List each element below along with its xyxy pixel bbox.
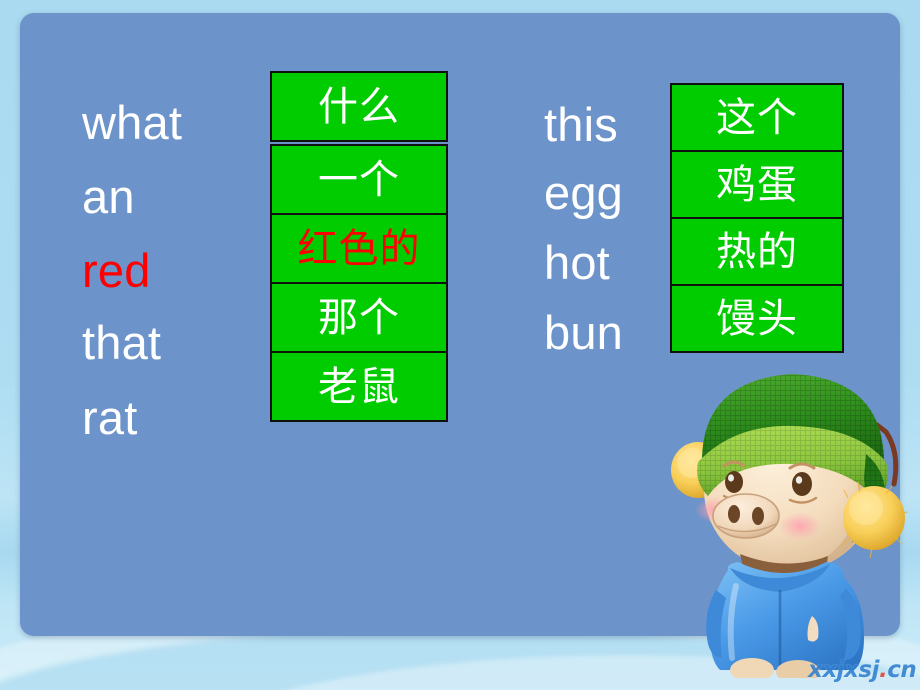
left-word-3: that xyxy=(82,316,162,369)
slide-canvas: what an red that rat 什么 一个 红色的 那个 老鼠 thi… xyxy=(0,0,920,690)
right-translation-cell-0: 这个 xyxy=(670,83,844,152)
left-word-list: what an red that rat xyxy=(82,91,282,441)
right-word-3: bun xyxy=(544,306,624,359)
left-translation-cell-2: 红色的 xyxy=(270,213,448,284)
left-translation-cell-4: 老鼠 xyxy=(270,351,448,422)
slide-panel: what an red that rat 什么 一个 红色的 那个 老鼠 thi… xyxy=(20,13,900,636)
background-wave-middle xyxy=(0,628,920,690)
right-translation-cell-2: 热的 xyxy=(670,217,844,286)
left-word-0: what xyxy=(82,96,183,149)
watermark-text: xxjxsj xyxy=(808,657,879,683)
right-translation-cell-3: 馒头 xyxy=(670,284,844,353)
left-translation-stack: 什么 一个 红色的 那个 老鼠 xyxy=(270,71,448,422)
left-word-4: rat xyxy=(82,391,138,444)
watermark: xxjxsj.cn xyxy=(808,657,917,683)
right-word-1: egg xyxy=(544,166,624,219)
left-translation-cell-0: 什么 xyxy=(270,71,448,142)
right-word-0: this xyxy=(544,98,618,151)
watermark-suffix: cn xyxy=(887,657,917,683)
right-translation-stack: 这个 鸡蛋 热的 馒头 xyxy=(670,83,844,353)
left-word-2: red xyxy=(82,244,151,297)
left-translation-cell-1: 一个 xyxy=(270,144,448,215)
right-translation-cell-1: 鸡蛋 xyxy=(670,150,844,219)
left-translation-cell-3: 那个 xyxy=(270,282,448,353)
left-word-1: an xyxy=(82,170,135,223)
watermark-dot: . xyxy=(878,657,888,683)
pig-feet xyxy=(730,658,820,678)
right-word-2: hot xyxy=(544,236,610,289)
